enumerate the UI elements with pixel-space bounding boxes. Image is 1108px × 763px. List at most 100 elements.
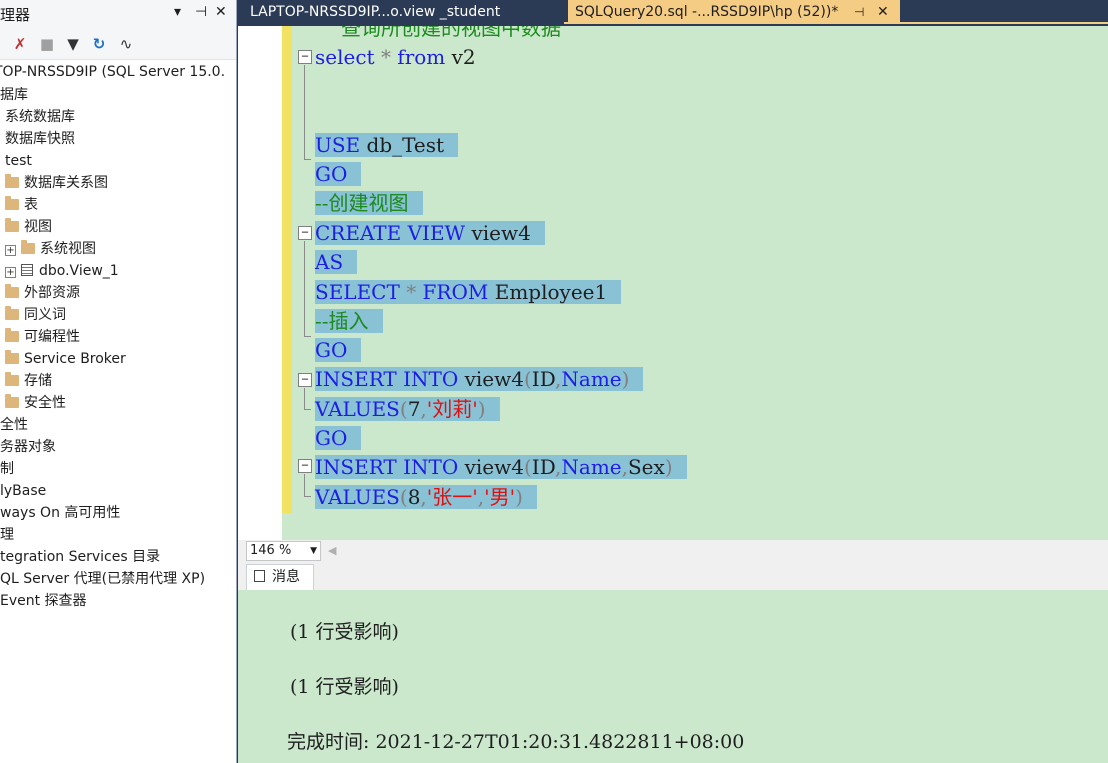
tree-node-diagrams[interactable]: 数据库关系图: [5, 172, 108, 194]
tree-node-label: 理: [0, 527, 14, 543]
expand-icon[interactable]: +: [5, 245, 16, 256]
tab-messages[interactable]: 消息: [246, 564, 314, 590]
tree-node-programmability[interactable]: 可编程性: [5, 326, 80, 348]
tree-node-replication[interactable]: 制: [0, 458, 14, 480]
tree-node-db-security[interactable]: 安全性: [5, 392, 66, 414]
keyword-token: SELECT: [315, 280, 400, 304]
tree-node-system-views[interactable]: + 系统视图: [5, 238, 96, 260]
tree-node-storage[interactable]: 存储: [5, 370, 52, 392]
selection-highlight: AS: [315, 250, 358, 274]
outline-tick: [304, 159, 311, 160]
tree-node-snapshots[interactable]: 数据库快照: [5, 128, 75, 150]
selection-highlight: SELECT * FROM Employee1: [315, 280, 622, 304]
expand-icon[interactable]: +: [5, 267, 16, 278]
close-icon[interactable]: ✕: [877, 0, 889, 24]
tree-node-integration-services[interactable]: tegration Services 目录: [0, 546, 160, 568]
tree-node-test-db[interactable]: test: [5, 150, 32, 172]
tree-node-label: TOP-NRSSD9IP (SQL Server 15.0.: [0, 64, 226, 80]
tab-label: 消息: [272, 569, 300, 585]
pin-icon[interactable]: ⊣: [854, 0, 864, 24]
comment-token: --插入: [315, 309, 369, 333]
tab-view-student[interactable]: LAPTOP-NRSSD9IP...o.view _student: [238, 0, 564, 24]
tree-node-label: QL Server 代理(已禁用代理 XP): [0, 571, 206, 587]
scroll-left-icon[interactable]: ◀: [328, 544, 336, 557]
code-line-values-2: VALUES(8,'张一','男'): [315, 484, 537, 510]
object-explorer: 理器 ▾ ⊣ ✕ ✗ ■ ▼ ↻ ∿ TOP-NRSSD9IP (SQL Ser…: [0, 0, 237, 763]
tree-node-service-broker[interactable]: Service Broker: [5, 348, 126, 370]
folder-icon: [5, 394, 19, 408]
explorer-title: 理器: [0, 6, 31, 24]
selection-highlight: --插入: [315, 309, 383, 333]
stop-icon[interactable]: ■: [37, 34, 57, 54]
code-line-create-view: CREATE VIEW view4: [315, 220, 545, 246]
collapse-icon[interactable]: −: [298, 459, 312, 473]
folder-icon: [5, 328, 19, 342]
string-token: '张一': [426, 485, 478, 509]
collapse-icon[interactable]: −: [298, 373, 312, 387]
tree-node-label: 数据库关系图: [24, 175, 108, 191]
selection-highlight: GO: [315, 162, 362, 186]
tree-node-external[interactable]: 外部资源: [5, 282, 80, 304]
tree-node-system-databases[interactable]: 系统数据库: [5, 106, 75, 128]
tree-node-synonyms[interactable]: 同义词: [5, 304, 66, 326]
selection-highlight: VALUES(8,'张一','男'): [315, 485, 537, 509]
selection-highlight: INSERT INTO view4(ID,Name,Sex): [315, 455, 687, 479]
folder-icon: [5, 372, 19, 386]
operator-token: (: [399, 485, 408, 509]
tree-node-label: lyBase: [0, 483, 47, 499]
keyword-token: GO: [315, 426, 348, 450]
tree-server-node[interactable]: TOP-NRSSD9IP (SQL Server 15.0.: [0, 61, 225, 83]
refresh-icon[interactable]: ↻: [89, 34, 109, 54]
keyword-token: INSERT: [315, 455, 397, 479]
dropdown-icon[interactable]: ▾: [174, 4, 181, 20]
collapse-icon[interactable]: −: [298, 226, 312, 240]
code-line-values-1: VALUES(7,'刘莉'): [315, 396, 500, 422]
tree-node-security[interactable]: 全性: [0, 414, 28, 436]
tree-node-views[interactable]: 视图: [5, 216, 52, 238]
filter-icon[interactable]: ▼: [63, 34, 83, 54]
outline-tick: [304, 409, 311, 410]
folder-icon: [21, 240, 35, 254]
operator-token: ): [664, 455, 673, 479]
tree-node-server-objects[interactable]: 务器对象: [0, 436, 56, 458]
activity-monitor-icon[interactable]: ∿: [116, 34, 136, 54]
pin-icon[interactable]: ⊣: [195, 4, 207, 20]
query-editor[interactable]: − − − − 查询所创建的视图中数据 select * from v2 USE…: [238, 26, 1108, 540]
keyword-token: VIEW: [407, 221, 466, 245]
keyword-token: INTO: [403, 367, 459, 391]
zoom-select[interactable]: 146 % ▼: [246, 541, 321, 561]
selection-highlight: USE db_Test: [315, 133, 459, 157]
keyword-token: Name: [561, 367, 622, 391]
code-line-go: GO: [315, 161, 362, 187]
operator-token: *: [406, 280, 417, 304]
tab-sqlquery20[interactable]: SQLQuery20.sql -...RSSD9IP\hp (52))* ⊣ ✕: [568, 0, 900, 24]
line-number-gutter: [238, 26, 282, 540]
collapse-icon[interactable]: −: [298, 50, 312, 64]
tree-node-agent[interactable]: QL Server 代理(已禁用代理 XP): [0, 568, 205, 590]
keyword-token: FROM: [422, 280, 489, 304]
tree-node-always-on[interactable]: ways On 高可用性: [0, 502, 120, 524]
keyword-token: INSERT: [315, 367, 397, 391]
tab-label: SQLQuery20.sql -...RSSD9IP\hp (52))*: [575, 4, 839, 20]
keyword-token: from: [397, 45, 446, 69]
messages-body[interactable]: (1 行受影响) (1 行受影响) 完成时间: 2021-12-27T01:20…: [238, 590, 1108, 763]
keyword-token: VALUES: [315, 485, 400, 509]
tree-node-polybase[interactable]: lyBase: [0, 480, 46, 502]
folder-icon: [5, 218, 19, 232]
explorer-toolbar: ✗ ■ ▼ ↻ ∿: [0, 27, 236, 60]
code-line-go: GO: [315, 337, 362, 363]
connect-icon[interactable]: ✗: [10, 34, 30, 54]
tree-node-management[interactable]: 理: [0, 524, 14, 546]
code-line-select-employee: SELECT * FROM Employee1: [315, 279, 622, 305]
tree-node-label: 系统数据库: [5, 109, 75, 125]
tree-node-databases[interactable]: 据库: [0, 84, 28, 106]
tree-node-tables[interactable]: 表: [5, 194, 38, 216]
operator-token: (: [523, 367, 532, 391]
completion-time: 完成时间: 2021-12-27T01:20:31.4822811+08:00: [287, 727, 744, 754]
operator-token: ): [515, 485, 523, 509]
tree-node-label: 可编程性: [24, 329, 80, 345]
completion-value: 2021-12-27T01:20:31.4822811+08:00: [375, 731, 745, 753]
close-icon[interactable]: ✕: [215, 4, 227, 20]
tree-node-xevent-profiler[interactable]: Event 探查器: [0, 590, 87, 612]
tree-node-view1[interactable]: + dbo.View_1: [5, 260, 119, 282]
